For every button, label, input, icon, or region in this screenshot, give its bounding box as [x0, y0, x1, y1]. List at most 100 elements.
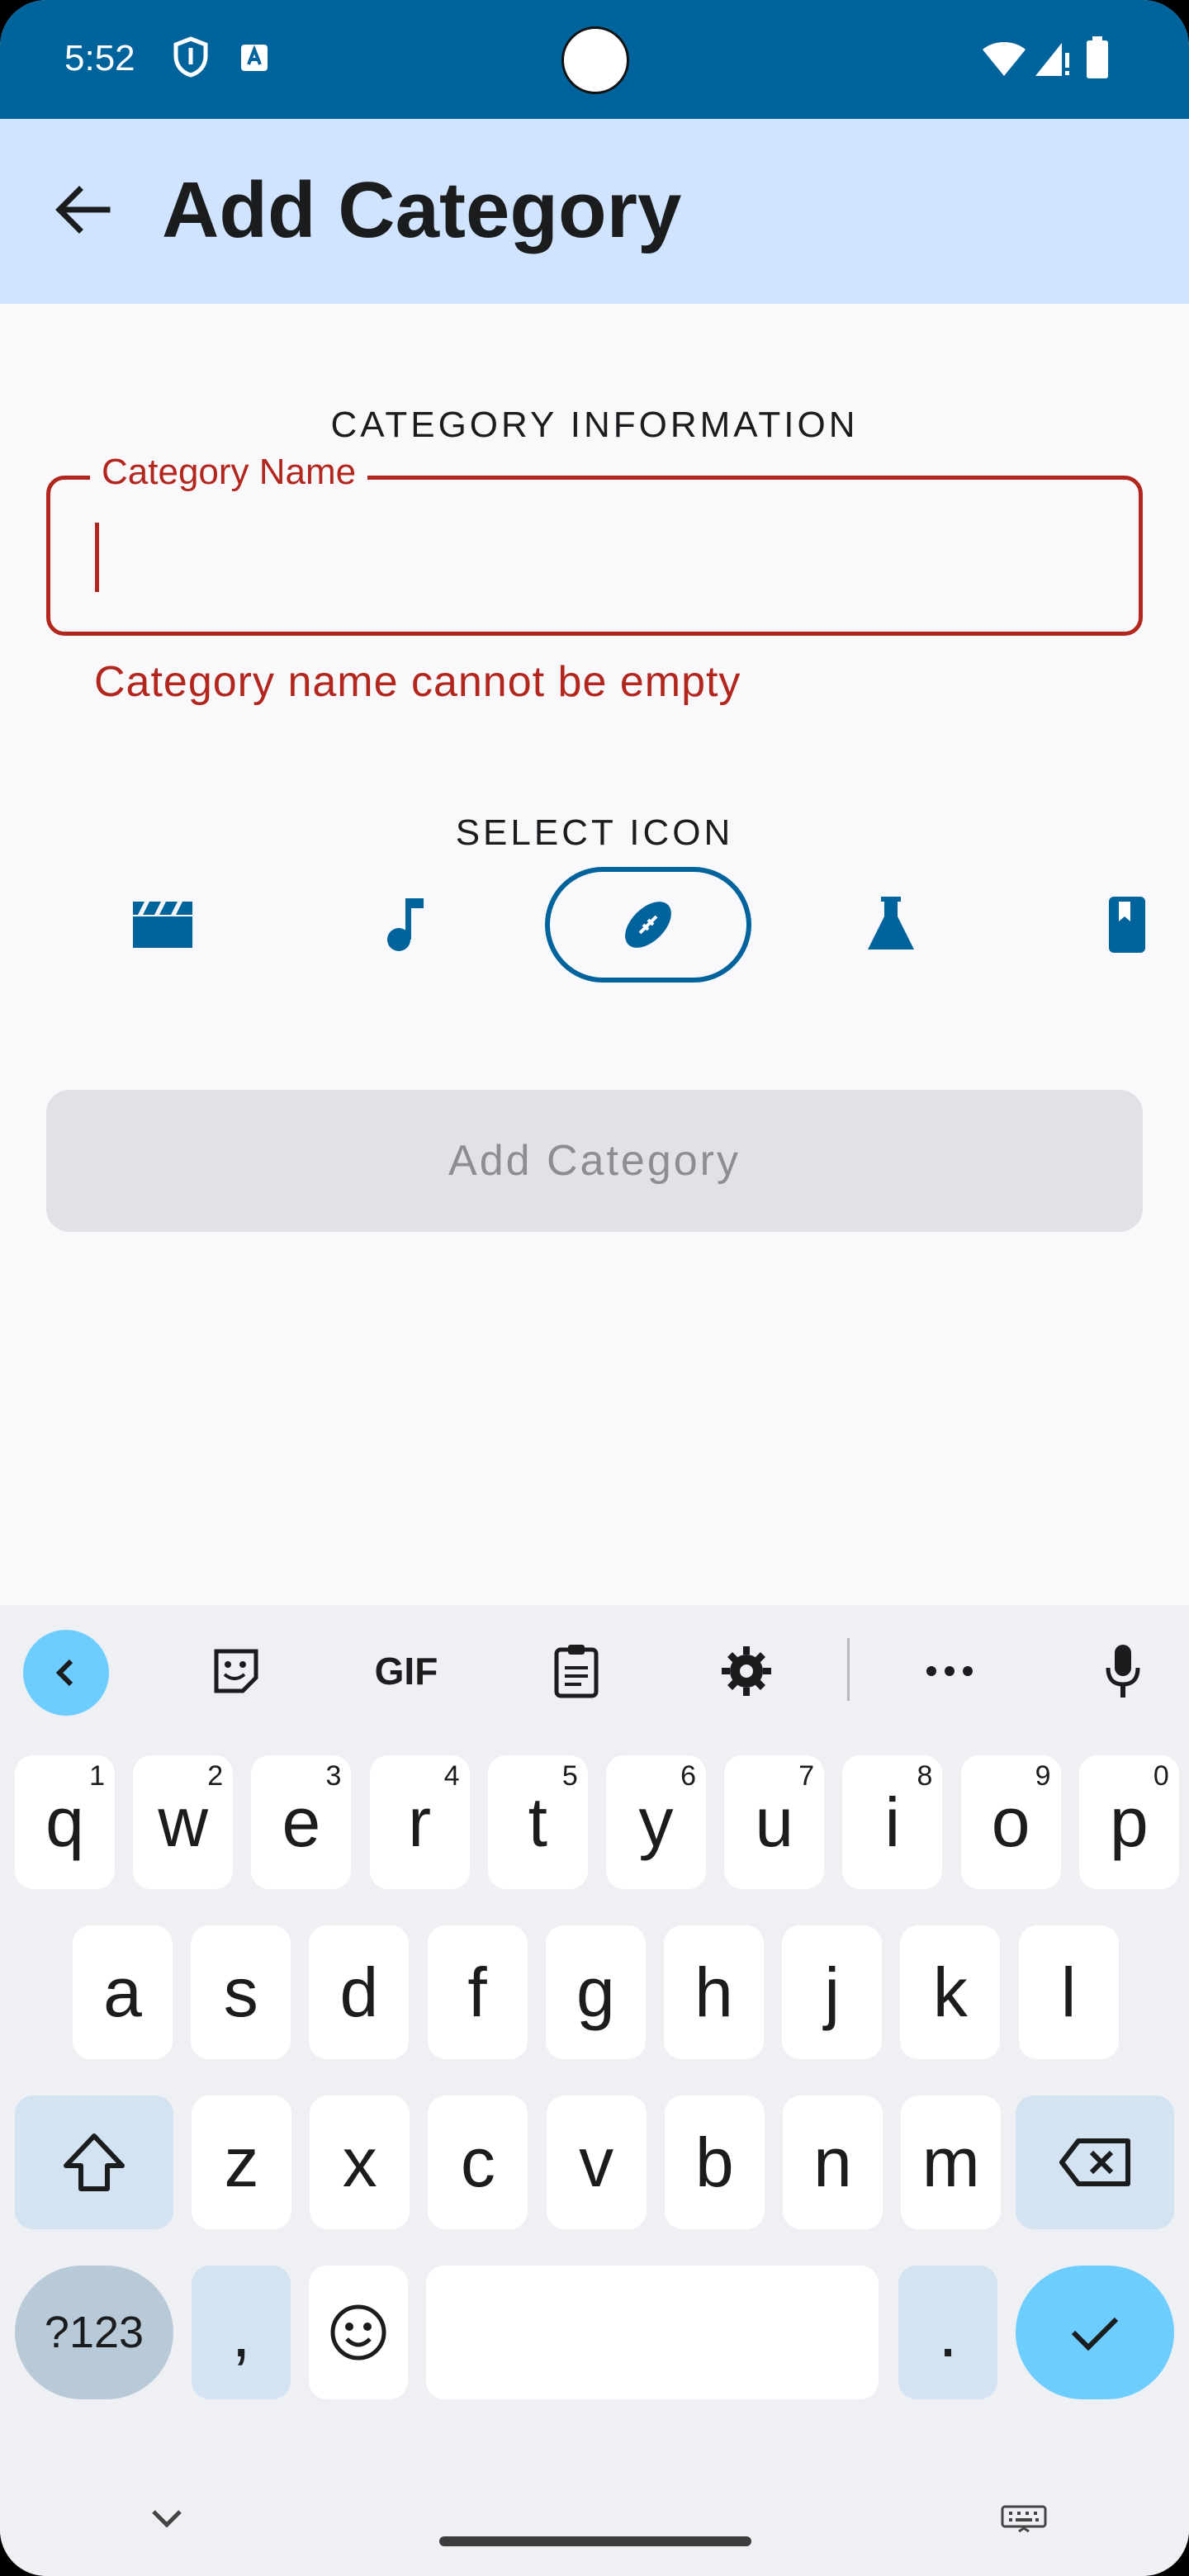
key-z[interactable]: z	[192, 2095, 291, 2229]
page-title: Add Category	[162, 166, 682, 254]
movie-icon	[133, 902, 192, 948]
key-label: t	[528, 1783, 547, 1861]
key-number-hint: 0	[1153, 1760, 1169, 1792]
shift-key[interactable]	[15, 2095, 173, 2229]
signal-icon	[1035, 43, 1069, 76]
keyboard-switch-icon[interactable]	[1001, 2505, 1047, 2533]
camera-cutout	[561, 26, 629, 94]
icon-selector	[0, 867, 1189, 991]
key-m[interactable]: m	[901, 2095, 1002, 2229]
soft-keyboard: GIF q 1 w 2 e 3 r 4 t 5 y 6 u 7 i 8 o 9 …	[0, 1605, 1189, 2576]
key-label: o	[991, 1783, 1030, 1861]
key-t[interactable]: t5	[487, 1755, 588, 1889]
key-e[interactable]: e3	[251, 1755, 352, 1889]
key-g[interactable]: g	[545, 1925, 646, 2059]
key-h[interactable]: h	[664, 1925, 764, 2059]
key-number-hint: 3	[325, 1760, 342, 1792]
icon-option-movie[interactable]	[59, 867, 266, 983]
microphone-icon	[1106, 1645, 1140, 1698]
key-number-hint: 8	[917, 1760, 933, 1792]
key-number-hint: 4	[443, 1760, 460, 1792]
icon-option-science[interactable]	[788, 867, 994, 983]
football-icon	[625, 902, 671, 948]
category-name-field[interactable]: Category Name	[46, 452, 1143, 636]
key-number-hint: 9	[1035, 1760, 1051, 1792]
key-number-hint: 2	[207, 1760, 224, 1792]
book-icon	[1109, 897, 1145, 953]
keyboard-collapse-button[interactable]	[23, 1630, 109, 1716]
key-number-hint: 7	[798, 1760, 815, 1792]
key-q[interactable]: q1	[15, 1755, 115, 1889]
navigation-bar	[0, 2460, 1189, 2576]
section-category-information: CATEGORY INFORMATION	[330, 405, 859, 445]
key-r[interactable]: r4	[369, 1755, 470, 1889]
status-bar: 5:52	[0, 0, 1189, 119]
keyboard-a-icon	[241, 45, 268, 71]
wifi-icon	[983, 42, 1026, 76]
settings-button[interactable]	[705, 1630, 788, 1712]
emoji-key[interactable]	[309, 2266, 408, 2399]
screen: 5:52 Add Category CATEGORY INFORMATION C…	[0, 0, 1189, 2576]
key-u[interactable]: u7	[724, 1755, 825, 1889]
key-c[interactable]: c	[428, 2095, 528, 2229]
check-icon	[1071, 2317, 1119, 2351]
key-b[interactable]: b	[664, 2095, 765, 2229]
icon-option-music[interactable]	[302, 867, 509, 983]
key-v[interactable]: v	[546, 2095, 647, 2229]
sticker-button[interactable]	[195, 1630, 277, 1712]
icon-option-football[interactable]	[545, 867, 751, 983]
key-i[interactable]: i8	[842, 1755, 943, 1889]
key-j[interactable]: j	[782, 1925, 883, 2059]
space-key[interactable]	[426, 2266, 879, 2399]
battery-icon	[1087, 36, 1108, 78]
back-arrow-icon[interactable]	[50, 177, 116, 243]
key-n[interactable]: n	[783, 2095, 883, 2229]
shift-icon	[64, 2133, 125, 2191]
clipboard-icon	[554, 1645, 599, 1698]
clipboard-button[interactable]	[535, 1630, 618, 1712]
key-d[interactable]: d	[309, 1925, 410, 2059]
error-message: Category name cannot be empty	[94, 658, 741, 706]
key-o[interactable]: o9	[960, 1755, 1061, 1889]
chevron-down-icon[interactable]	[149, 2507, 185, 2530]
voice-input-button[interactable]	[1082, 1630, 1164, 1712]
app-bar: Add Category	[0, 119, 1189, 304]
key-label: e	[282, 1783, 321, 1861]
toolbar-divider	[847, 1638, 850, 1701]
category-name-label: Category Name	[90, 452, 368, 493]
gif-button[interactable]: GIF	[363, 1630, 449, 1712]
music-note-icon	[387, 898, 424, 951]
key-label: r	[408, 1783, 432, 1861]
gear-icon	[722, 1646, 771, 1696]
key-p[interactable]: p0	[1078, 1755, 1179, 1889]
backspace-key[interactable]	[1016, 2095, 1174, 2229]
comma-key[interactable]: ,	[192, 2266, 291, 2399]
text-caret	[95, 523, 99, 592]
key-number-hint: 5	[561, 1760, 578, 1792]
key-label: i	[884, 1783, 901, 1861]
add-category-button[interactable]: Add Category	[46, 1090, 1143, 1232]
key-y[interactable]: y6	[606, 1755, 706, 1889]
key-a[interactable]: a	[73, 1925, 173, 2059]
status-time: 5:52	[64, 38, 135, 78]
key-label: q	[45, 1783, 84, 1861]
section-select-icon: SELECT ICON	[455, 812, 734, 853]
key-l[interactable]: l	[1018, 1925, 1119, 2059]
period-key[interactable]: .	[898, 2266, 997, 2399]
more-horiz-icon	[926, 1666, 973, 1676]
more-options-button[interactable]	[908, 1630, 991, 1712]
backspace-icon	[1059, 2138, 1130, 2186]
key-w[interactable]: w2	[133, 1755, 234, 1889]
sticker-icon	[214, 1649, 258, 1693]
key-label: p	[1109, 1783, 1149, 1861]
key-k[interactable]: k	[900, 1925, 1001, 2059]
key-s[interactable]: s	[191, 1925, 291, 2059]
done-key[interactable]	[1016, 2266, 1174, 2399]
key-x[interactable]: x	[310, 2095, 410, 2229]
home-handle[interactable]	[439, 2536, 751, 2546]
key-number-hint: 1	[89, 1760, 105, 1792]
icon-option-book[interactable]	[1024, 867, 1189, 983]
symbols-key[interactable]: ?123	[15, 2266, 173, 2399]
key-f[interactable]: f	[427, 1925, 528, 2059]
emoji-icon	[330, 2304, 386, 2361]
